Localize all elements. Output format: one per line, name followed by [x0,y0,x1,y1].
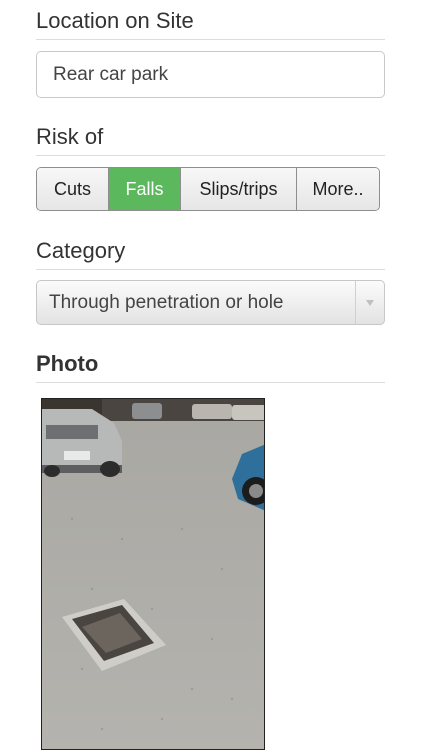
category-label: Category [36,238,385,270]
location-input[interactable] [36,51,385,98]
risk-segmented-control: Cuts Falls Slips/trips More.. [36,167,380,211]
photo-label: Photo [36,351,385,383]
hazard-photo-image [42,399,264,749]
category-select-arrow [355,281,384,324]
category-select[interactable]: Through penetration or hole [36,280,385,325]
location-label: Location on Site [36,8,385,40]
hazard-photo[interactable] [41,398,265,750]
risk-option-falls[interactable]: Falls [109,168,181,210]
risk-label: Risk of [36,124,385,156]
risk-option-cuts[interactable]: Cuts [37,168,109,210]
category-select-value: Through penetration or hole [49,291,284,313]
chevron-down-icon [366,299,374,306]
risk-option-slips-trips[interactable]: Slips/trips [181,168,297,210]
risk-option-more[interactable]: More.. [297,168,379,210]
